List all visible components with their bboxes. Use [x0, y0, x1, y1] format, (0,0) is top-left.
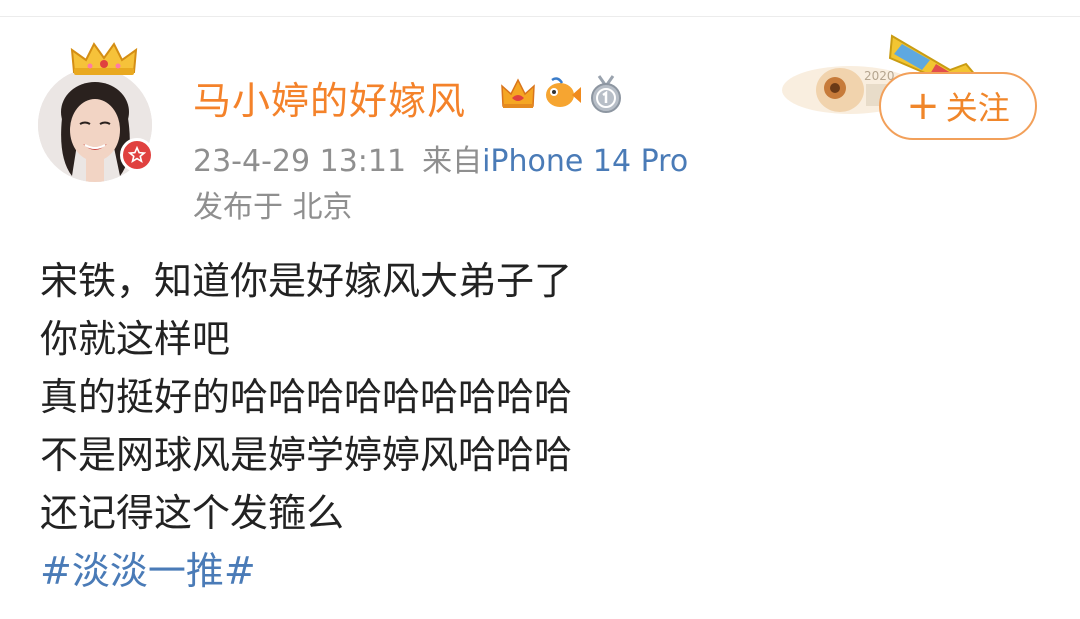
crown-badge-icon[interactable] — [498, 74, 538, 114]
avatar-block[interactable] — [38, 38, 162, 182]
top-divider — [0, 16, 1080, 17]
post-location: 发布于 北京 — [193, 190, 353, 225]
weibo-post-card: 马小婷的好嫁风 23-4-29 13:11 来自iPhone 14 Pro 发布于… — [0, 0, 1080, 619]
post-line: 宋铁，知道你是好嫁风大弟子了 — [40, 259, 573, 303]
post-body: 宋铁，知道你是好嫁风大弟子了 你就这样吧 真的挺好的哈哈哈哈哈哈哈哈哈 不是网球… — [40, 252, 572, 600]
post-time: 23-4-29 13:11 — [193, 144, 407, 179]
post-line: 不是网球风是婷学婷婷风哈哈哈 — [40, 433, 573, 477]
verified-icon — [120, 138, 154, 172]
post-source[interactable]: iPhone 14 Pro — [482, 144, 688, 179]
post-line: 还记得这个发箍么 — [40, 491, 345, 535]
crown-icon — [70, 42, 138, 75]
post-line: 你就这样吧 — [40, 317, 231, 361]
plus-icon: + — [906, 83, 940, 129]
fish-badge-icon[interactable] — [542, 74, 582, 114]
medal-badge-icon[interactable] — [586, 74, 626, 114]
source-prefix: 来自 — [422, 144, 483, 179]
post-meta: 23-4-29 13:11 来自iPhone 14 Pro — [193, 136, 688, 180]
follow-label: 关注 — [945, 89, 1010, 127]
follow-button[interactable]: + 关注 — [879, 72, 1037, 140]
username[interactable]: 马小婷的好嫁风 — [193, 70, 466, 125]
post-line: 真的挺好的哈哈哈哈哈哈哈哈哈 — [40, 375, 573, 419]
user-badges — [498, 74, 626, 114]
hashtag-link[interactable]: #淡淡一推# — [40, 542, 572, 600]
